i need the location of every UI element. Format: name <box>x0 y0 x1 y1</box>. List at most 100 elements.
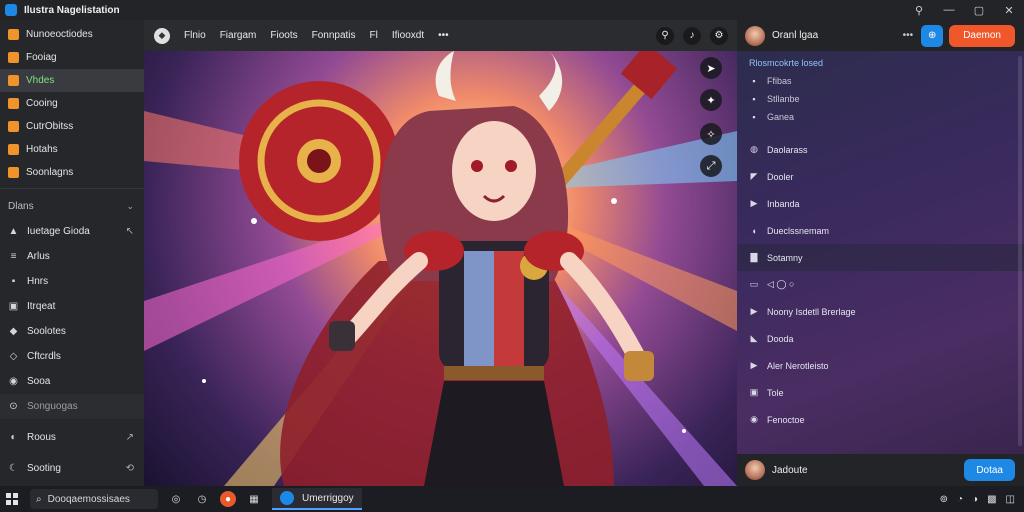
sidebar-list-item[interactable]: ◆ Soolotes <box>0 319 144 344</box>
sidebar-item-label: Sooa <box>27 376 51 387</box>
list-item[interactable]: ▶ Aler Nerotleisto <box>737 352 1024 379</box>
sidebar-list-item[interactable]: ≡ Arlus <box>0 244 144 269</box>
sidebar-item-6[interactable]: Soonlagns <box>0 161 144 184</box>
main-toolbar: ◆ Flnio Fiargam Fioots Fonnpatis Fl Ifio… <box>144 20 737 51</box>
item-icon: ◉ <box>9 376 18 387</box>
artwork-canvas[interactable]: ➤ ✦ ✧ ⤢ <box>144 51 737 486</box>
sidebar-list-item[interactable]: ☾ Sooting ⟲ <box>0 456 144 481</box>
item-icon: ▪ <box>752 94 756 104</box>
folder-icon <box>8 75 19 86</box>
expand-icon[interactable]: ⤢ <box>700 155 722 177</box>
minimize-icon[interactable]: — <box>934 0 964 20</box>
more-options-button[interactable]: ••• <box>903 30 914 41</box>
sidebar-list-item[interactable]: ▣ Itrqeat <box>0 294 144 319</box>
item-icon: ◇ <box>9 351 18 362</box>
list-item-label: ◁ ◯ ○ <box>767 279 795 289</box>
edge-icon[interactable]: ◎ <box>168 491 184 507</box>
avatar[interactable] <box>745 460 765 480</box>
sidebar-list-item[interactable]: ▲ Iuetage Gioda ↖ <box>0 219 144 244</box>
list-item[interactable]: ▭ ◁ ◯ ○ <box>737 271 1024 298</box>
notification-icon[interactable]: ▩ <box>987 494 996 505</box>
panel-heading: Rlosmcokrte losed <box>749 58 824 68</box>
sidebar-item-label: Iuetage Gioda <box>27 226 90 237</box>
avatar[interactable] <box>745 25 765 46</box>
list-item-label: Fenoctoe <box>767 414 805 425</box>
tab-5[interactable]: Fl <box>370 30 378 41</box>
sidebar: Nunoeoctiodes Fooiag Vhdes Cooing CutrOb… <box>0 20 144 486</box>
cursor-icon[interactable]: ➤ <box>700 57 722 79</box>
taskbar-app-label: Umerriggoy <box>302 492 354 504</box>
windows-start-icon[interactable] <box>6 493 18 505</box>
grid-icon[interactable]: ▦ <box>246 491 262 507</box>
volume-icon[interactable]: ◔ <box>957 494 963 505</box>
sidebar-list-item[interactable]: ◉ Sooa <box>0 369 144 394</box>
tab-2[interactable]: Fiargam <box>220 30 257 41</box>
sparkle-icon[interactable]: ✦ <box>700 89 722 111</box>
sidebar-list-item[interactable]: ◇ Cftcrdls <box>0 344 144 369</box>
arrow-icon: ↖ <box>125 226 134 237</box>
list-item[interactable]: ◣ Dooda <box>737 325 1024 352</box>
more-menu[interactable]: ••• <box>438 30 449 41</box>
clock-icon[interactable]: ◷ <box>194 491 210 507</box>
sidebar-item-label: Songuogas <box>27 401 78 412</box>
sidebar-item-5[interactable]: Hotahs <box>0 138 144 161</box>
sidebar-list-item[interactable]: ▪ Hnrs <box>0 269 144 294</box>
sidebar-item-1[interactable]: Fooiag <box>0 46 144 69</box>
item-icon: ☾ <box>9 463 18 474</box>
sidebar-list-item[interactable]: ⊙ Songuogas <box>0 394 144 419</box>
tab-3[interactable]: Fioots <box>270 30 297 41</box>
list-item[interactable]: ◍ Daolarass <box>737 136 1024 163</box>
pin-icon[interactable]: ⚲ <box>656 26 674 45</box>
tab-6[interactable]: Ifiooxdt <box>392 30 424 41</box>
pin-icon[interactable]: ⚲ <box>904 0 934 20</box>
magic-icon[interactable]: ✧ <box>700 123 722 145</box>
list-item[interactable]: ▪ Stllanbe <box>737 90 1024 108</box>
battery-icon[interactable]: ◑ <box>972 494 978 505</box>
sidebar-item-label: Roous <box>27 432 56 443</box>
sidebar-item-2-active[interactable]: Vhdes <box>0 69 144 92</box>
list-item[interactable]: ◤ Dooler <box>737 163 1024 190</box>
list-item[interactable]: ◖ Dueclssnemam <box>737 217 1024 244</box>
chat-icon[interactable]: ◫ <box>1006 494 1015 505</box>
sidebar-section-header[interactable]: Dlans ⌄ <box>0 193 144 219</box>
tab-1[interactable]: Flnio <box>184 30 206 41</box>
sidebar-item-label: Hotahs <box>26 144 58 155</box>
brand-icon[interactable]: ● <box>220 491 236 507</box>
network-icon[interactable]: ⊚ <box>940 494 948 505</box>
list-item[interactable]: ▶ Inbanda <box>737 190 1024 217</box>
list-item[interactable]: ▣ Tole <box>737 379 1024 406</box>
list-item[interactable]: ◉ Fenoctoe <box>737 406 1024 433</box>
bell-icon[interactable]: ♪ <box>683 26 701 45</box>
list-item-selected[interactable]: ▇ Sotamny <box>737 244 1024 271</box>
settings-icon[interactable]: ⚙ <box>710 26 728 45</box>
sidebar-item-home[interactable]: Nunoeoctiodes <box>0 23 144 46</box>
taskbar-search[interactable]: ⌕ Dooqaemossisaes <box>30 489 158 509</box>
divider <box>0 188 144 189</box>
close-icon[interactable]: ✕ <box>994 0 1024 20</box>
taskbar-active-app[interactable]: Umerriggoy <box>272 488 362 510</box>
share-button[interactable]: ⊕ <box>921 24 944 47</box>
item-icon: ⊙ <box>9 401 18 412</box>
send-button[interactable]: Dotaa <box>964 459 1015 481</box>
primary-action-button[interactable]: Daemon <box>949 24 1015 47</box>
sidebar-item-3[interactable]: Cooing <box>0 92 144 115</box>
logo-icon[interactable]: ◆ <box>154 27 170 44</box>
sidebar-item-4[interactable]: CutrObitss <box>0 115 144 138</box>
panel-header: Oranl lgaa ••• ⊕ Daemon <box>737 20 1024 51</box>
title-bar: Ilustra Nagelistation ⚲ — ▢ ✕ <box>0 0 1024 20</box>
list-item[interactable]: ▶ Noony Isdetll Brerlage <box>737 298 1024 325</box>
list-item[interactable]: ▪ Ffibas <box>737 72 1024 90</box>
list-item-label: Ganea <box>767 112 795 122</box>
item-icon: ▶ <box>750 360 758 370</box>
tab-4[interactable]: Fonnpatis <box>312 30 356 41</box>
list-item[interactable]: ▪ Ganea <box>737 108 1024 126</box>
maximize-icon[interactable]: ▢ <box>964 0 994 20</box>
sidebar-list-item[interactable]: ◐ Roous ↗ <box>0 425 144 450</box>
item-icon: ▇ <box>750 252 758 262</box>
list-item-label: Daolarass <box>767 144 808 155</box>
folder-icon <box>8 52 19 63</box>
scrollbar[interactable] <box>1018 56 1022 446</box>
item-icon: ▪ <box>752 112 756 122</box>
panel-footer: Jadoute Dotaa <box>737 454 1024 486</box>
list-item-label: Stllanbe <box>767 94 800 104</box>
